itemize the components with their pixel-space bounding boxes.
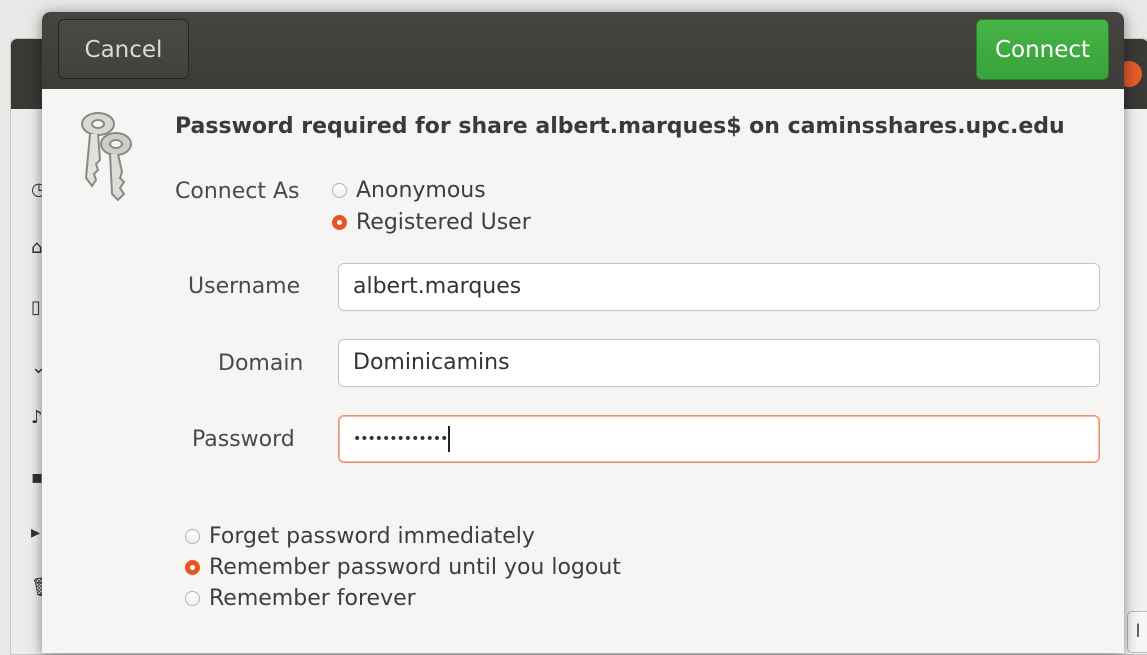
- radio-button-checked[interactable]: [332, 214, 347, 230]
- radio-label: Anonymous: [356, 177, 486, 203]
- radio-remember-until-logout[interactable]: Remember password until you logout: [185, 552, 621, 582]
- text-caret: [448, 426, 451, 452]
- background-sidebar: ◷ ⌂ ▯ ⌄ ♪ ▪ ▸ 🗑: [11, 109, 54, 654]
- dialog-headerbar: Cancel Connect: [42, 12, 1124, 89]
- domain-value: Dominicamins: [353, 350, 510, 375]
- connect-as-label: Connect As: [175, 179, 300, 204]
- radio-registered-user[interactable]: Registered User: [332, 207, 531, 237]
- radio-label: Remember password until you logout: [209, 554, 621, 580]
- radio-button-checked[interactable]: [185, 559, 200, 575]
- radio-anonymous[interactable]: Anonymous: [332, 175, 486, 205]
- background-button[interactable]: l: [1127, 611, 1147, 653]
- password-value: •••••••••••••: [353, 431, 448, 447]
- radio-label: Registered User: [356, 209, 531, 235]
- keys-icon: [81, 112, 132, 202]
- username-field[interactable]: albert.marques: [338, 263, 1100, 311]
- radio-forget-immediately[interactable]: Forget password immediately: [185, 521, 535, 551]
- password-dialog: Cancel Connect Password required for sha…: [42, 12, 1124, 653]
- radio-button[interactable]: [185, 590, 200, 606]
- dialog-title: Password required for share albert.marqu…: [175, 114, 1065, 139]
- username-value: albert.marques: [353, 274, 522, 299]
- radio-remember-forever[interactable]: Remember forever: [185, 583, 416, 613]
- radio-button[interactable]: [332, 182, 347, 198]
- connect-button[interactable]: Connect: [976, 19, 1109, 80]
- domain-field[interactable]: Dominicamins: [338, 339, 1100, 387]
- password-field[interactable]: •••••••••••••: [338, 415, 1100, 463]
- radio-label: Remember forever: [209, 585, 416, 611]
- password-label: Password: [192, 427, 295, 452]
- cancel-button[interactable]: Cancel: [58, 19, 189, 79]
- radio-button[interactable]: [185, 528, 200, 544]
- radio-label: Forget password immediately: [209, 523, 535, 549]
- domain-label: Domain: [218, 351, 304, 376]
- username-label: Username: [188, 274, 301, 299]
